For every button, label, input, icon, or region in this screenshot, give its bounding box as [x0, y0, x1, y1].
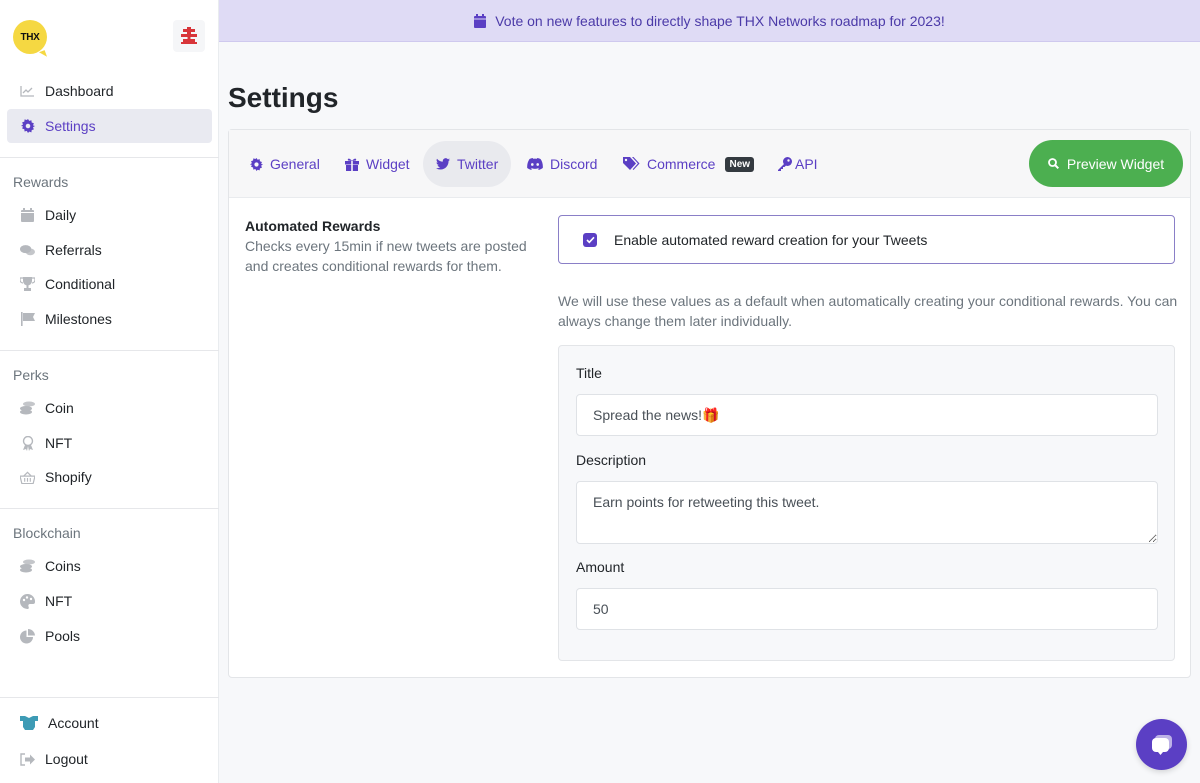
sidebar-item-label: Coin: [45, 400, 74, 416]
sidebar-item-label: Milestones: [45, 311, 112, 327]
enable-automation-option[interactable]: Enable automated reward creation for you…: [558, 215, 1175, 264]
calendar-icon: [474, 13, 487, 28]
sidebar-item-conditional[interactable]: Conditional: [7, 267, 212, 301]
enable-automation-checkbox[interactable]: [583, 232, 597, 247]
sidebar-item-label: Conditional: [45, 276, 116, 292]
chat-launcher-button[interactable]: [1136, 719, 1187, 770]
sidebar-item-label: NFT: [45, 593, 73, 609]
pie-chart-icon: [20, 628, 35, 644]
sidebar-item-logout[interactable]: Logout: [7, 742, 212, 776]
coins-icon: [20, 559, 35, 574]
default-reward-form: Title Description Earn points for retwee…: [558, 345, 1175, 661]
search-icon: [1047, 158, 1059, 169]
tab-general[interactable]: General: [237, 141, 333, 187]
preview-widget-button[interactable]: Preview Widget: [1029, 140, 1183, 187]
sidebar-item-referrals[interactable]: Referrals: [7, 233, 212, 267]
sidebar-item-blockchain-nft[interactable]: NFT: [7, 584, 212, 618]
logout-icon: [20, 752, 35, 767]
tab-label: General: [270, 156, 320, 172]
check-icon: [585, 236, 595, 243]
defaults-note: We will use these values as a default wh…: [558, 293, 1178, 329]
coins-icon: [20, 401, 35, 416]
sidebar-item-label: NFT: [45, 435, 73, 451]
sidebar-item-milestones[interactable]: Milestones: [7, 302, 212, 336]
sidebar-divider: [0, 157, 219, 158]
tab-commerce[interactable]: Commerce New: [610, 141, 767, 187]
sidebar-item-dashboard[interactable]: Dashboard: [7, 74, 212, 108]
discord-icon: [527, 158, 543, 170]
automated-rewards-title: Automated Rewards: [245, 218, 381, 234]
tab-discord[interactable]: Discord: [514, 141, 610, 187]
banner-text: Vote on new features to directly shape T…: [495, 12, 945, 29]
sidebar-item-label: Pools: [45, 628, 81, 644]
thx-logo[interactable]: THX: [13, 20, 47, 54]
sidebar-item-pools[interactable]: Pools: [7, 619, 212, 653]
organization-badge[interactable]: [173, 20, 205, 52]
sidebar-item-label: Settings: [45, 118, 96, 134]
basket-icon: [20, 470, 35, 485]
gift-icon: [345, 158, 359, 171]
description-textarea[interactable]: Earn points for retweeting this tweet.: [576, 481, 1158, 544]
flag-icon: [20, 312, 35, 327]
key-icon: [778, 157, 792, 171]
preview-widget-label: Preview Widget: [1066, 155, 1165, 172]
sidebar-item-coins[interactable]: Coins: [7, 549, 212, 583]
organization-logo-icon: [181, 27, 197, 44]
sidebar-item-daily[interactable]: Daily: [7, 198, 212, 232]
sidebar-item-label: Daily: [45, 207, 77, 223]
sidebar-item-label: Coins: [45, 558, 81, 574]
automated-rewards-description: Checks every 15min if new tweets are pos…: [245, 238, 527, 274]
award-icon: [20, 435, 35, 451]
sidebar-item-shopify[interactable]: Shopify: [7, 460, 212, 494]
chat-bubbles-icon: [1151, 734, 1172, 755]
sidebar-divider: [0, 697, 219, 698]
section-title-perks: Perks: [13, 367, 49, 383]
sidebar-item-label: Account: [48, 715, 99, 731]
amount-label: Amount: [576, 559, 625, 575]
sidebar: THX Dashboard Settings Rewards Daily Ref…: [0, 0, 219, 783]
tags-icon: [623, 157, 640, 171]
sidebar-divider: [0, 508, 219, 509]
enable-automation-label: Enable automated reward creation for you…: [614, 231, 928, 248]
tab-label: Twitter: [457, 156, 499, 172]
gear-icon: [20, 119, 35, 134]
sidebar-item-label: Dashboard: [45, 83, 114, 99]
comments-icon: [20, 243, 35, 258]
settings-card: General Widget Twitter Discord Commerce: [228, 129, 1191, 678]
section-title-blockchain: Blockchain: [13, 525, 81, 541]
sidebar-item-settings[interactable]: Settings: [7, 109, 212, 143]
sidebar-item-label: Referrals: [45, 242, 102, 258]
sidebar-divider: [0, 350, 219, 351]
sidebar-item-account[interactable]: Account: [7, 706, 212, 740]
chart-line-icon: [20, 84, 35, 99]
sidebar-item-coin[interactable]: Coin: [7, 391, 212, 425]
calendar-icon: [20, 208, 35, 223]
gear-icon: [250, 157, 263, 171]
tab-label: Discord: [550, 156, 598, 172]
new-badge: New: [725, 156, 755, 172]
amount-input[interactable]: [576, 588, 1158, 630]
tab-twitter[interactable]: Twitter: [423, 141, 512, 187]
title-label: Title: [576, 365, 602, 381]
section-title-rewards: Rewards: [13, 174, 69, 190]
title-input[interactable]: [576, 394, 1158, 436]
trophy-icon: [20, 277, 35, 292]
sidebar-item-label: Logout: [45, 751, 88, 767]
tab-label: Commerce: [647, 156, 716, 172]
palette-icon: [20, 593, 35, 609]
settings-tabs-bar: General Widget Twitter Discord Commerce: [229, 130, 1190, 198]
description-label: Description: [576, 452, 647, 468]
sidebar-item-perk-nft[interactable]: NFT: [7, 426, 212, 460]
announcement-banner[interactable]: Vote on new features to directly shape T…: [219, 0, 1200, 42]
tab-widget[interactable]: Widget: [332, 141, 423, 187]
tab-label: Widget: [366, 156, 410, 172]
tab-label: API: [795, 156, 818, 172]
account-avatar-icon: [20, 716, 38, 731]
sidebar-item-label: Shopify: [45, 469, 92, 485]
logo-text: THX: [20, 31, 40, 43]
twitter-icon: [436, 158, 450, 170]
tab-api[interactable]: API: [765, 141, 831, 187]
page-title: Settings: [228, 82, 339, 113]
